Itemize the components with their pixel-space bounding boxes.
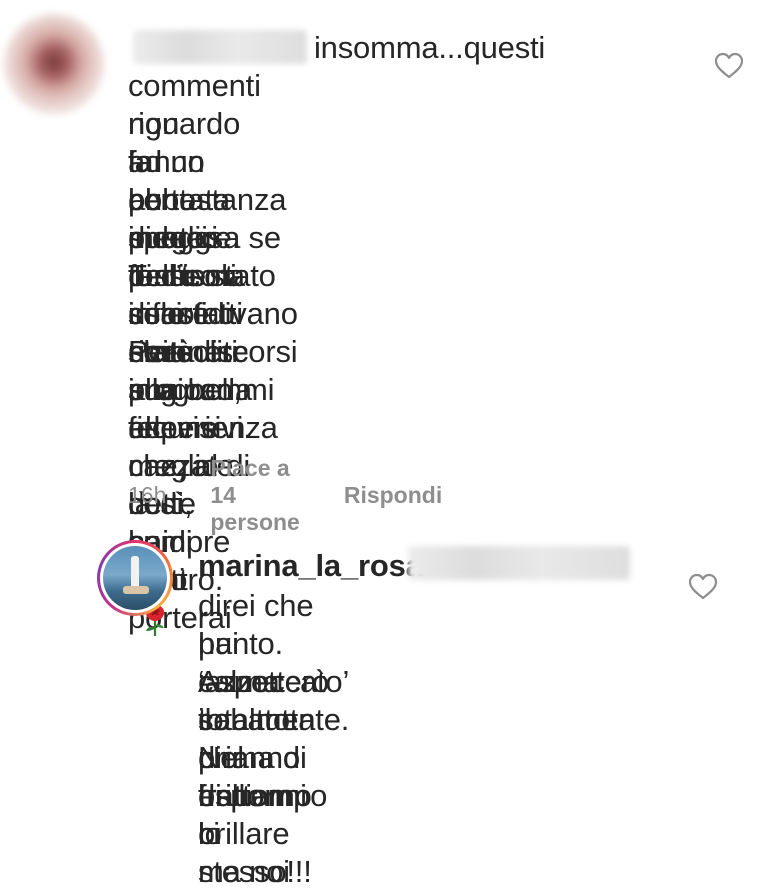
reply-button[interactable]: Rispondi — [344, 482, 442, 509]
reply-text-line-6: brilliamo lo stesso!!! — [198, 778, 321, 889]
avatar[interactable] — [97, 540, 173, 616]
likes-count-link[interactable]: Piace a 14 persone — [210, 455, 299, 536]
heart-outline-icon[interactable] — [714, 52, 744, 80]
username-link[interactable]: marina_la_rosa — [198, 547, 423, 585]
avatar-blurred[interactable] — [4, 14, 104, 114]
username-suffix-redacted — [408, 546, 630, 580]
avatar-photo — [103, 546, 167, 610]
comment-1-meta: 16h Piace a 14 persone Rispondi — [128, 455, 442, 535]
comment-text-line-1: insomma...questi — [314, 30, 546, 65]
comment-time: 16h — [128, 481, 167, 508]
heart-outline-icon[interactable] — [688, 573, 718, 601]
username-redacted[interactable] — [133, 30, 307, 64]
